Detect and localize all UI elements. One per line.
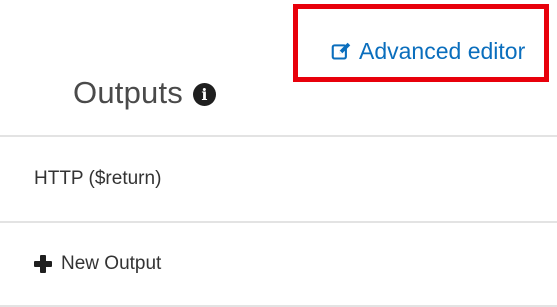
- new-output-label: New Output: [61, 253, 162, 274]
- plus-icon: [34, 255, 52, 273]
- info-icon[interactable]: i: [192, 83, 216, 106]
- outputs-title: Outputs: [73, 75, 183, 110]
- output-item-label: HTTP ($return): [34, 168, 162, 189]
- outputs-header: Outputs i: [73, 75, 216, 111]
- advanced-editor-label: Advanced editor: [359, 38, 526, 64]
- new-output-button[interactable]: New Output: [0, 221, 557, 307]
- page: Advanced editor Outputs i HTTP ($return)…: [0, 0, 557, 307]
- output-list: HTTP ($return) New Output: [0, 135, 557, 307]
- output-item-http-return[interactable]: HTTP ($return): [0, 135, 557, 221]
- advanced-editor-link[interactable]: Advanced editor: [331, 38, 525, 65]
- edit-icon: [331, 41, 352, 62]
